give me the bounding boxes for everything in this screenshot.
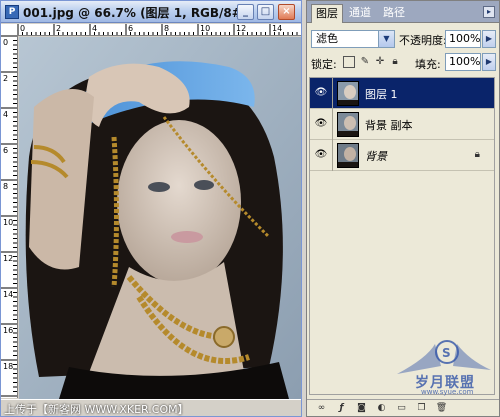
lock-icon: 🔒︎ (474, 149, 480, 160)
ruler-h-label: 14 (272, 24, 283, 33)
maximize-button[interactable]: □ (257, 4, 274, 20)
ruler-v-label: 18 (3, 362, 14, 371)
vertical-ruler-ticks (1, 36, 17, 397)
blend-mode-value: 滤色 (316, 32, 338, 45)
layer-thumbnail (337, 143, 359, 168)
layers-palette[interactable]: 图层 通道 路径 ▸ 滤色 ▼ 不透明度: 100% ▶ 锁定: ✎ ✛ 🔒︎ … (306, 0, 500, 417)
opacity-field[interactable]: 100% (445, 30, 481, 48)
ruler-v-label: 14 (3, 290, 14, 299)
layer-divider (332, 140, 333, 171)
ruler-h-label: 8 (164, 24, 170, 33)
lock-fill-row: 锁定: ✎ ✛ 🔒︎ 填充: 100% ▶ (307, 53, 499, 73)
eye-icon[interactable]: 👁︎ (314, 149, 328, 161)
layer-name[interactable]: 图层 1 (365, 86, 398, 102)
layer-thumbnail-image (338, 113, 358, 136)
document-statusbar: 上传于【新客网 WWW.XKER.COM】 (1, 399, 301, 416)
layer-row-background[interactable]: 👁︎ 背景 🔒︎ (310, 140, 494, 171)
lock-position-move-icon[interactable]: ✛ (374, 56, 386, 68)
eye-icon[interactable]: 👁︎ (314, 118, 328, 130)
fill-slider-button[interactable]: ▶ (482, 53, 496, 71)
minimize-button[interactable]: _ (237, 4, 254, 20)
mask-icon[interactable]: ◙ (355, 402, 368, 415)
ruler-v-label: 4 (3, 110, 9, 119)
close-button[interactable]: × (278, 4, 295, 20)
photoshop-document-icon: P (5, 5, 19, 19)
layer-thumbnail (337, 81, 359, 106)
eye-icon[interactable]: 👁︎ (314, 87, 328, 99)
lock-all-icon[interactable]: 🔒︎ (389, 56, 401, 68)
fill-field[interactable]: 100% (445, 53, 481, 71)
folder-icon[interactable]: ▭ (395, 402, 408, 415)
layer-row-layer1[interactable]: 👁︎ 图层 1 (310, 78, 494, 109)
trash-icon[interactable]: 🗑︎ (435, 402, 448, 415)
layer-divider (332, 109, 333, 140)
document-title: 001.jpg @ 66.7% (图层 1, RGB/8#) (23, 6, 248, 20)
adjustment-icon[interactable]: ◐ (375, 402, 388, 415)
vertical-ruler[interactable]: 0 2 4 6 8 10 12 14 16 18 (1, 36, 18, 398)
ruler-h-label: 0 (20, 24, 26, 33)
opacity-label: 不透明度: (399, 34, 447, 47)
layer-row-background-copy[interactable]: 👁︎ 背景 副本 (310, 109, 494, 140)
palette-menu-icon[interactable]: ▸ (483, 6, 495, 18)
blend-mode-select[interactable]: 滤色 ▼ (311, 30, 395, 48)
lock-label: 锁定: (311, 58, 337, 71)
ruler-h-label: 2 (56, 24, 62, 33)
lock-transparent-icon[interactable] (343, 56, 355, 68)
layer-name[interactable]: 背景 (365, 148, 387, 164)
document-titlebar[interactable]: P 001.jpg @ 66.7% (图层 1, RGB/8#) _ □ × (1, 1, 301, 23)
palette-bottom-toolbar: ∞ ƒ ◙ ◐ ▭ ❐ 🗑︎ (307, 399, 499, 416)
ruler-h-label: 4 (92, 24, 98, 33)
portrait-photo (19, 37, 301, 399)
palette-tabbar: 图层 通道 路径 ▸ (307, 1, 499, 23)
layer-thumbnail (337, 112, 359, 137)
ruler-v-label: 16 (3, 326, 14, 335)
ruler-v-label: 0 (3, 38, 9, 47)
watermark-emblem-icon: S (397, 340, 491, 374)
layer-thumbnail-image (338, 82, 358, 105)
watermark-logo: S 岁月联盟 www.syue.com (387, 336, 495, 396)
tab-channels[interactable]: 通道 (345, 4, 375, 23)
layer-divider (332, 78, 333, 109)
fx-icon[interactable]: ƒ (335, 402, 348, 415)
fill-label: 填充: (415, 58, 441, 71)
ruler-v-label: 6 (3, 146, 9, 155)
document-window[interactable]: P 001.jpg @ 66.7% (图层 1, RGB/8#) _ □ × 0… (0, 0, 302, 417)
watermark-url: www.syue.com (421, 388, 474, 396)
layer-name[interactable]: 背景 副本 (365, 117, 413, 133)
chevron-down-icon[interactable]: ▼ (378, 31, 394, 47)
ruler-v-label: 10 (3, 218, 14, 227)
opacity-slider-button[interactable]: ▶ (482, 30, 496, 48)
lock-paint-brush-icon[interactable]: ✎ (359, 56, 371, 68)
ruler-h-label: 6 (128, 24, 134, 33)
image-canvas[interactable] (19, 37, 301, 399)
ruler-v-label: 8 (3, 182, 9, 191)
new-layer-icon[interactable]: ❐ (415, 402, 428, 415)
ruler-h-label: 12 (236, 24, 247, 33)
link-icon[interactable]: ∞ (315, 402, 328, 415)
ruler-origin[interactable] (1, 24, 18, 36)
svg-text:S: S (442, 346, 451, 360)
upload-credit-text: 上传于【新客网 WWW.XKER.COM】 (4, 403, 189, 416)
horizontal-ruler[interactable]: 0 2 4 6 8 10 12 14 (18, 24, 301, 36)
blend-opacity-row: 滤色 ▼ 不透明度: 100% ▶ (307, 28, 499, 50)
tab-paths[interactable]: 路径 (379, 4, 409, 23)
ruler-h-label: 10 (200, 24, 211, 33)
layer-thumbnail-image (338, 144, 358, 167)
ruler-v-label: 2 (3, 74, 9, 83)
tab-layers[interactable]: 图层 (311, 4, 343, 23)
ruler-v-label: 12 (3, 254, 14, 263)
